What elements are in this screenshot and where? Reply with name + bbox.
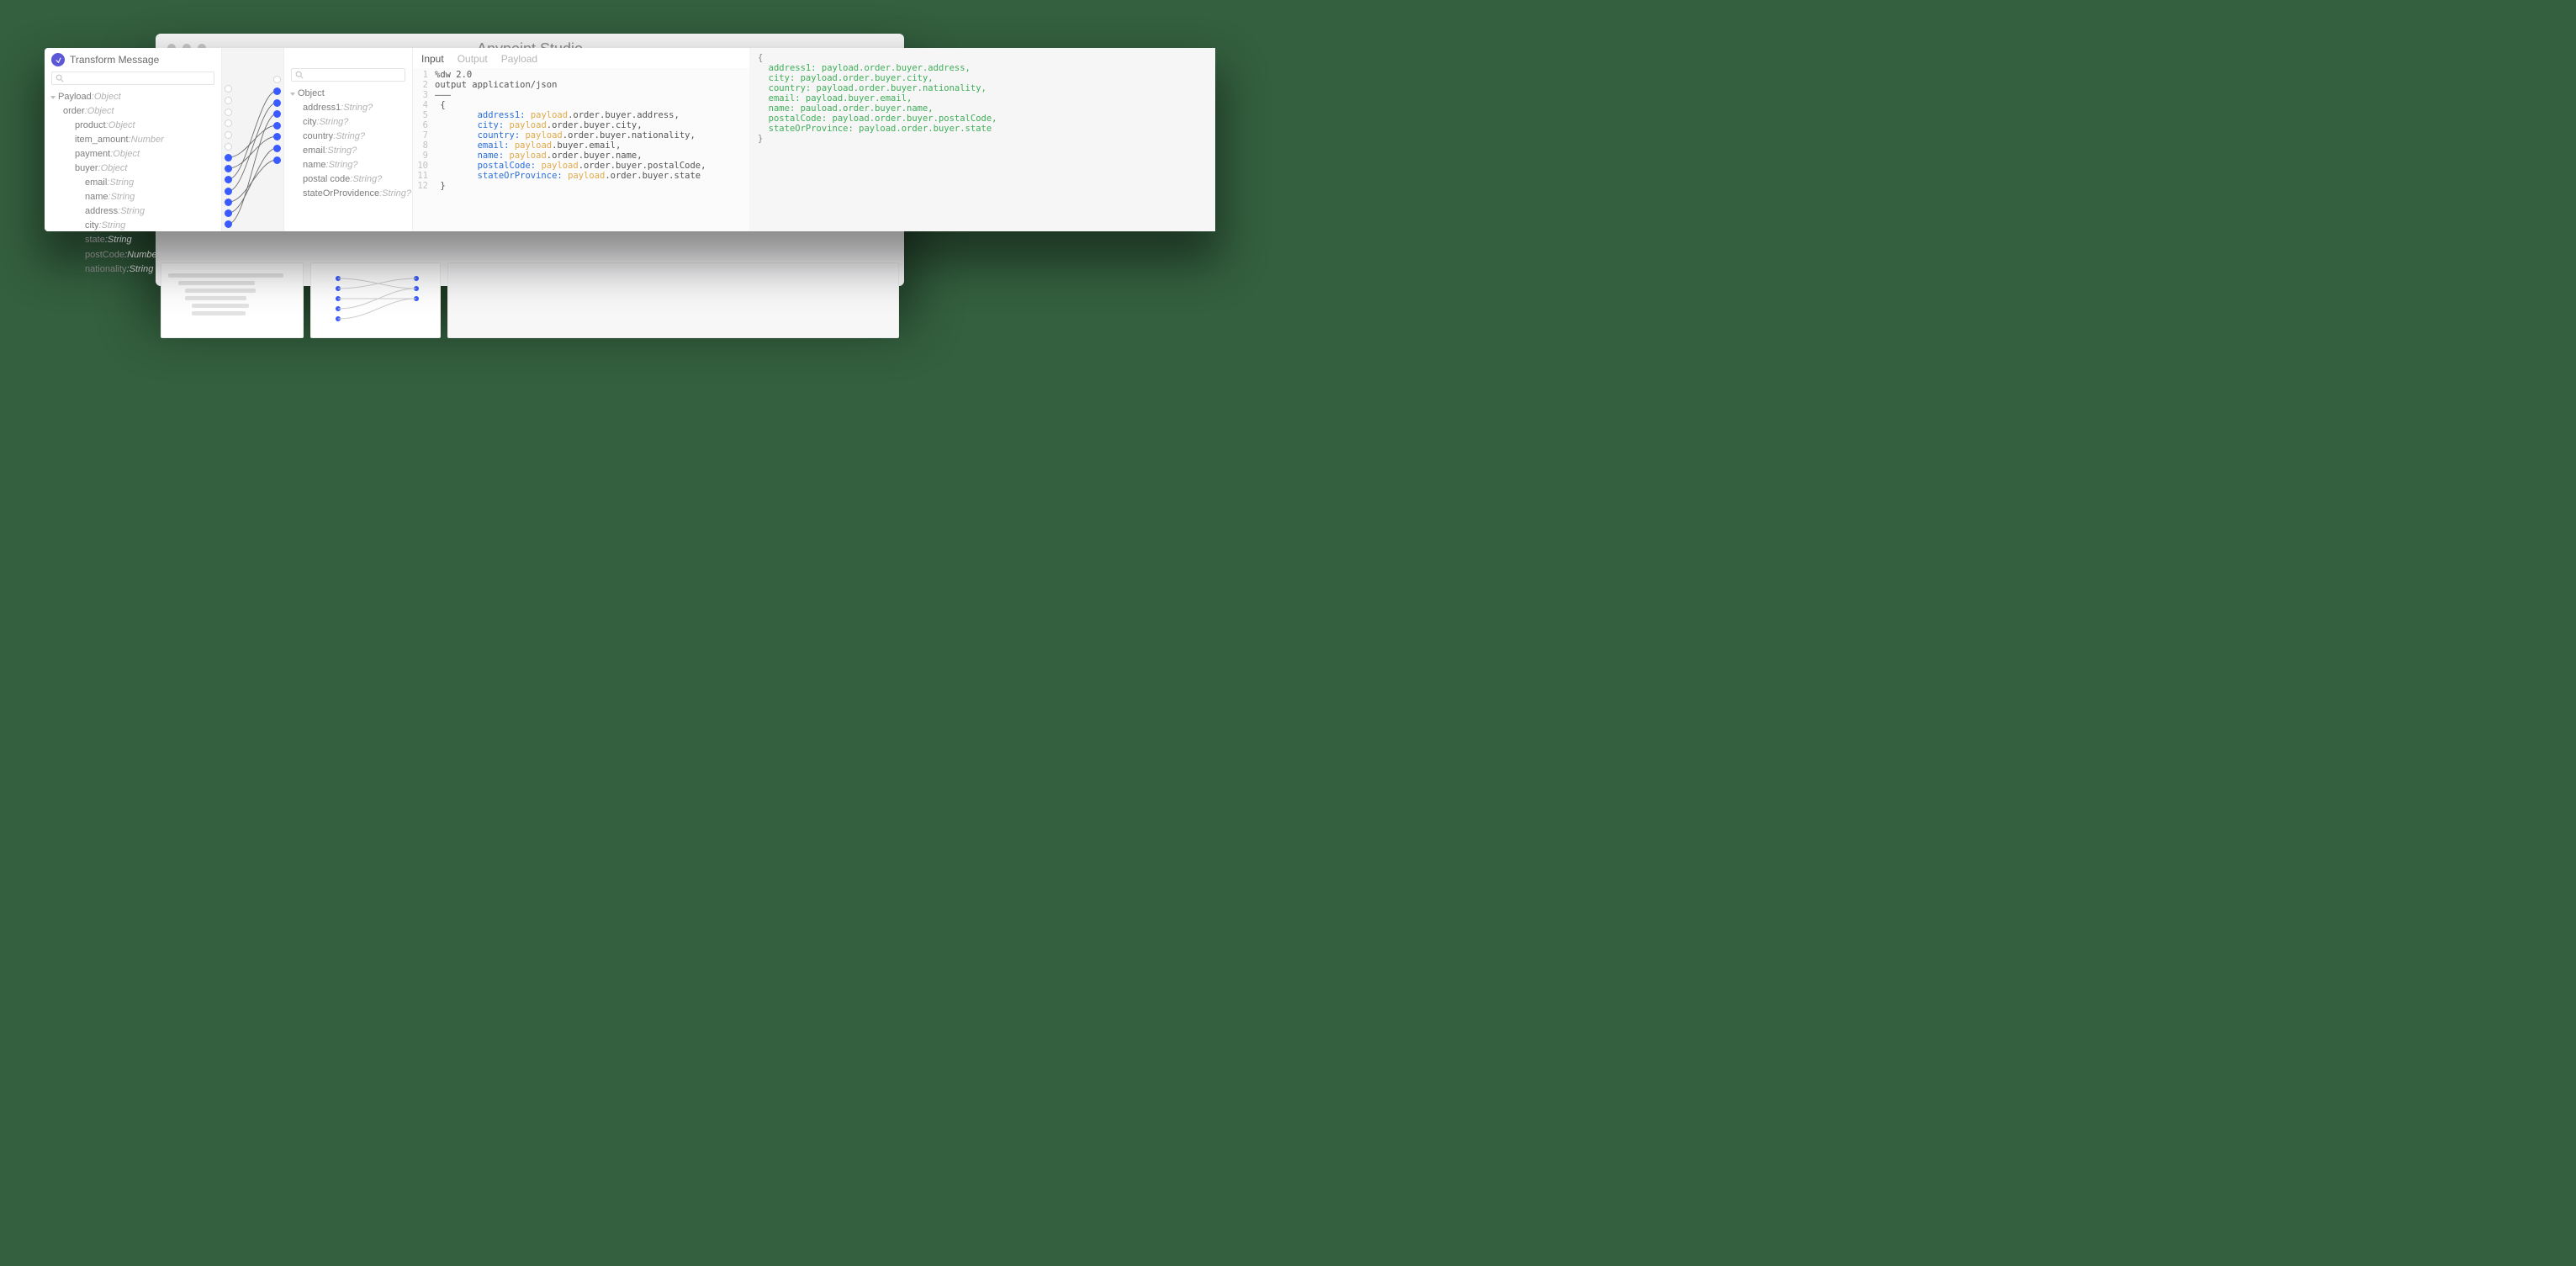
port-in-payload[interactable] xyxy=(225,85,232,93)
tab-payload[interactable]: Payload xyxy=(501,53,537,65)
panel-title: Transform Message xyxy=(70,54,159,66)
search-icon xyxy=(56,74,64,82)
code-editor[interactable]: 1%dw 2.0 2output application/json 3——— 4… xyxy=(413,68,749,231)
input-search[interactable] xyxy=(51,72,214,85)
input-tree-panel: Transform Message Payload : Object order… xyxy=(45,48,221,231)
background-content xyxy=(156,257,904,343)
tree-row-out-postal[interactable]: postal code : String? xyxy=(291,172,405,187)
port-out-object[interactable] xyxy=(273,76,281,83)
transform-icon xyxy=(51,53,65,66)
tree-row-out-email[interactable]: email : String? xyxy=(291,144,405,158)
tree-row-out-country[interactable]: country : String? xyxy=(291,130,405,144)
tree-row-out-state[interactable]: stateOrProvidence : String? xyxy=(291,187,405,201)
right-pane: Input Output Payload 1%dw 2.0 2output ap… xyxy=(412,48,1215,231)
mapping-column xyxy=(221,48,284,231)
tree-row-address[interactable]: address : String xyxy=(51,204,214,219)
json-output-pane: { address1: payload.order.buyer.address,… xyxy=(749,48,1215,231)
output-tree-panel: Object address1 : String? city : String?… xyxy=(284,48,412,231)
transform-message-window: Transform Message Payload : Object order… xyxy=(45,48,1215,231)
tab-input[interactable]: Input xyxy=(421,53,444,65)
tree-row-email[interactable]: email : String xyxy=(51,176,214,190)
tab-output[interactable]: Output xyxy=(458,53,488,65)
tree-row-out-name[interactable]: name : String? xyxy=(291,158,405,172)
tree-row-city[interactable]: city : String xyxy=(51,219,214,233)
tree-row-nationality[interactable]: nationality : String xyxy=(51,262,214,277)
tree-row-out-city[interactable]: city : String? xyxy=(291,115,405,130)
input-tree: Payload : Object order : Object product … xyxy=(51,90,214,277)
editor-tabs: Input Output Payload xyxy=(413,48,749,68)
output-tree: Object address1 : String? city : String?… xyxy=(291,87,405,201)
port-out-city[interactable] xyxy=(273,99,281,107)
port-in-buyer[interactable] xyxy=(225,143,232,151)
port-in-payment[interactable] xyxy=(225,131,232,139)
port-in-name[interactable] xyxy=(225,165,232,172)
port-out-country[interactable] xyxy=(273,110,281,118)
port-out-state[interactable] xyxy=(273,156,281,164)
port-out-postal[interactable] xyxy=(273,145,281,152)
port-in-order[interactable] xyxy=(225,97,232,104)
port-out-name[interactable] xyxy=(273,133,281,140)
output-search[interactable] xyxy=(291,68,405,82)
port-in-email[interactable] xyxy=(225,154,232,162)
tree-row-state[interactable]: state : String xyxy=(51,233,214,247)
port-out-address1[interactable] xyxy=(273,87,281,95)
tree-row-object[interactable]: Object xyxy=(291,87,405,101)
port-in-itemamount[interactable] xyxy=(225,119,232,127)
tree-row-item-amount[interactable]: item_amount : Number xyxy=(51,133,214,147)
port-in-postcode[interactable] xyxy=(225,209,232,217)
port-in-address[interactable] xyxy=(225,176,232,183)
port-in-nationality[interactable] xyxy=(225,220,232,228)
tree-row-out-address1[interactable]: address1 : String? xyxy=(291,101,405,115)
tree-row-postcode[interactable]: postCode : Number xyxy=(51,248,214,262)
tree-row-order[interactable]: order : Object xyxy=(51,104,214,119)
port-in-state[interactable] xyxy=(225,199,232,206)
tree-row-payload[interactable]: Payload : Object xyxy=(51,90,214,104)
tree-row-product[interactable]: product : Object xyxy=(51,119,214,133)
tree-row-payment[interactable]: payment : Object xyxy=(51,147,214,162)
code-pane: Input Output Payload 1%dw 2.0 2output ap… xyxy=(413,48,749,231)
tree-row-buyer[interactable]: buyer : Object xyxy=(51,162,214,176)
search-icon xyxy=(295,71,304,79)
port-in-product[interactable] xyxy=(225,109,232,116)
port-out-email[interactable] xyxy=(273,122,281,130)
port-in-city[interactable] xyxy=(225,188,232,195)
tree-row-name[interactable]: name : String xyxy=(51,190,214,204)
